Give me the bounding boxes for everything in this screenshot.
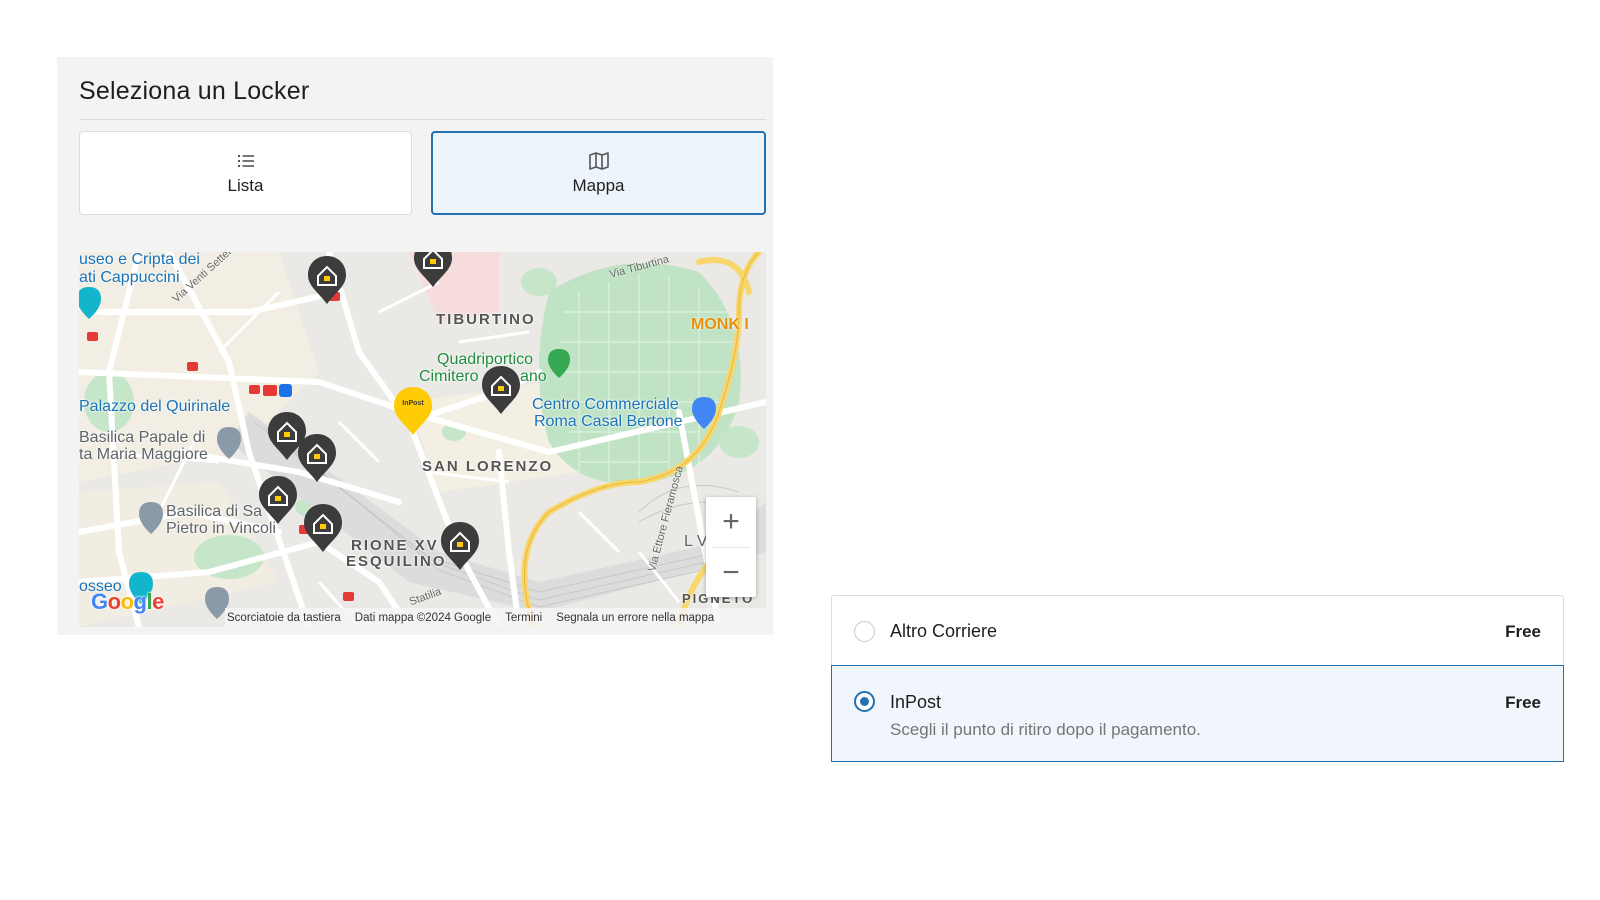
locker-marker-icon[interactable] (306, 254, 348, 306)
list-view-button[interactable]: Lista (79, 131, 412, 215)
map-label: ta Maria Maggiore (79, 446, 208, 463)
shipping-option-inpost[interactable]: InPost Free Scegli il punto di ritiro do… (831, 665, 1564, 762)
map-view-label: Mappa (572, 176, 625, 195)
locker-panel: Seleziona un Locker Lista Mappa useo e C… (57, 57, 773, 635)
google-logo: Google (91, 589, 164, 614)
report-error-link[interactable]: Segnala un errore nella mappa (556, 612, 714, 624)
panel-title: Seleziona un Locker (79, 77, 310, 105)
locker-marker-icon[interactable] (412, 252, 454, 289)
map-label: Roma Casal Bertone (534, 413, 683, 430)
shipping-options: Altro Corriere Free InPost Free Scegli i… (831, 595, 1564, 762)
map-label: MONK I (691, 316, 749, 333)
map-label: Cimitero (419, 368, 479, 385)
zoom-in-button[interactable]: + (706, 497, 756, 547)
shipping-option-price: Free (1505, 693, 1541, 712)
map-attribution: Scorciatoie da tastiera Dati mappa ©2024… (225, 608, 766, 627)
map-view-button[interactable]: Mappa (431, 131, 766, 215)
shipping-option-description: Scegli il punto di ritiro dopo il pagame… (890, 720, 1201, 739)
zoom-controls: + − (706, 497, 756, 597)
locker-marker-icon[interactable] (480, 364, 522, 416)
shipping-option-price: Free (1505, 622, 1541, 641)
map-label: Centro Commerciale (532, 396, 679, 413)
map-label: TIBURTINO (436, 311, 536, 328)
locker-marker-icon[interactable] (296, 432, 338, 484)
map-data-text: Dati mappa ©2024 Google (354, 611, 492, 624)
locker-marker-icon[interactable] (257, 474, 299, 526)
map-label: ano (520, 368, 547, 385)
radio-altro-corriere[interactable] (854, 621, 875, 642)
list-icon (237, 155, 254, 167)
map-label: useo e Cripta dei (79, 252, 200, 268)
map-label: ESQUILINO (346, 553, 447, 570)
shipping-option-altro-corriere[interactable]: Altro Corriere Free (831, 595, 1564, 665)
inpost-marker-icon[interactable]: InPost (392, 385, 434, 437)
list-view-label: Lista (227, 176, 264, 195)
map-label: Basilica Papale di (79, 429, 206, 446)
terms-link[interactable]: Termini (505, 612, 542, 624)
divider (79, 119, 766, 120)
locker-marker-icon[interactable] (302, 502, 344, 554)
map-label: Palazzo del Quirinale (79, 398, 231, 415)
keyboard-shortcuts-link[interactable]: Scorciatoie da tastiera (227, 612, 341, 624)
map-icon (588, 152, 609, 170)
shipping-option-name: InPost (890, 692, 942, 712)
map-label: ati Cappuccini (79, 269, 180, 286)
map-label: SAN LORENZO (422, 458, 554, 475)
map-label: RIONE XV (351, 537, 439, 554)
shipping-option-name: Altro Corriere (890, 621, 998, 641)
locker-marker-icon[interactable] (439, 520, 481, 572)
inpost-marker-text: InPost (402, 400, 424, 407)
radio-inpost[interactable] (854, 691, 875, 712)
zoom-out-button[interactable]: − (706, 548, 756, 598)
map-label: Basilica di Sa (166, 503, 263, 520)
locker-map[interactable]: useo e Cripta dei ati Cappuccini Via Ven… (79, 252, 766, 627)
